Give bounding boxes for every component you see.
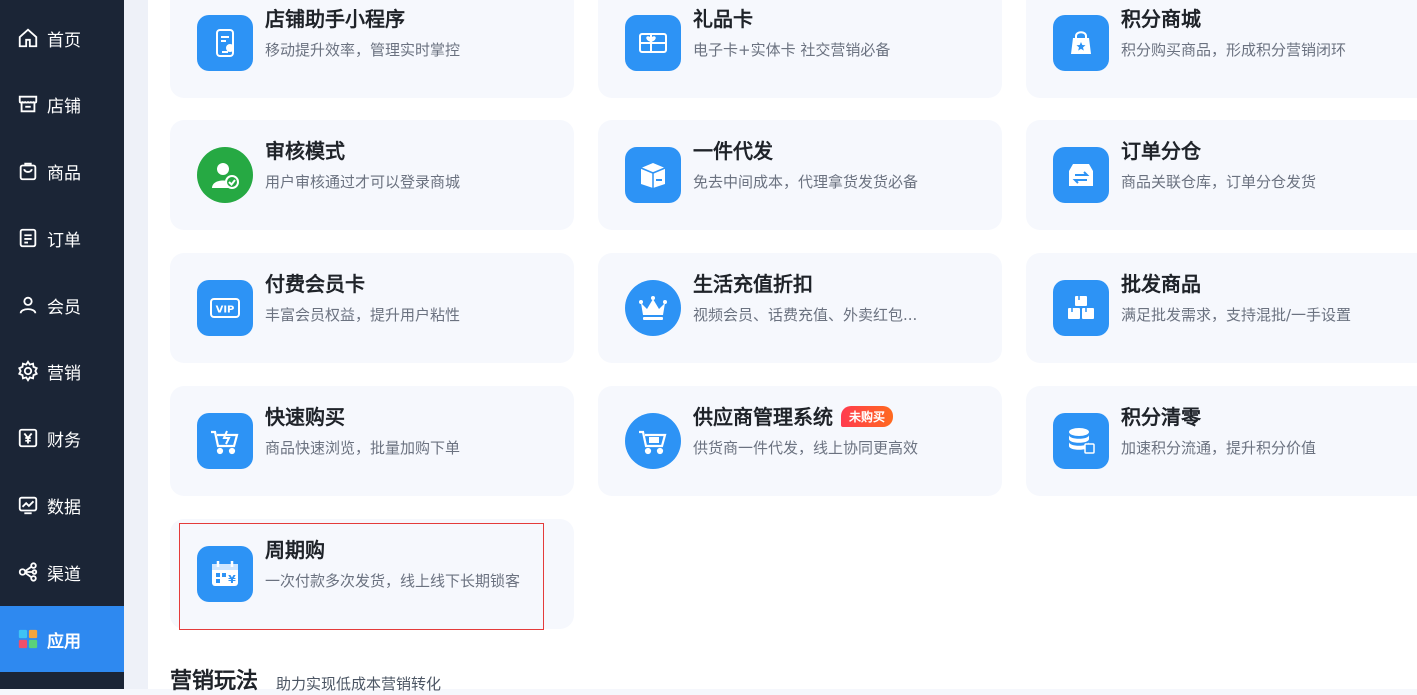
sidebar-item-label: 营销	[47, 363, 81, 384]
home-icon	[17, 27, 39, 49]
database-icon	[1053, 413, 1109, 469]
mobile-store-icon	[197, 15, 253, 71]
app-card-life-recharge[interactable]: 生活充值折扣 视频会员、话费充值、外卖红包...	[598, 253, 1002, 363]
vip-card-icon: VIP	[197, 280, 253, 336]
yuan-icon	[17, 427, 39, 449]
card-desc: 商品关联仓库，订单分仓发货	[1121, 173, 1317, 191]
box-icon	[625, 147, 681, 203]
sidebar-item-home[interactable]: 首页	[0, 5, 124, 71]
card-desc: 视频会员、话费充值、外卖红包...	[693, 306, 918, 324]
user-check-icon	[197, 147, 253, 203]
gift-card-icon	[625, 15, 681, 71]
app-card-review-mode[interactable]: 审核模式 用户审核通过才可以登录商城	[170, 120, 574, 230]
card-title: 一件代发	[693, 139, 773, 163]
app-card-quick-buy[interactable]: 快速购买 商品快速浏览，批量加购下单	[170, 386, 574, 496]
card-title: 付费会员卡	[265, 272, 365, 296]
card-title: 礼品卡	[693, 7, 753, 31]
app-card-supplier-system[interactable]: 供应商管理系统 未购买 供货商一件代发，线上协同更高效	[598, 386, 1002, 496]
sidebar-item-label: 订单	[47, 230, 81, 251]
app-card-dropshipping[interactable]: 一件代发 免去中间成本，代理拿货发货必备	[598, 120, 1002, 230]
app-card-points-mall[interactable]: 积分商城 积分购买商品，形成积分营销闭环	[1026, 0, 1417, 98]
sidebar-item-goods[interactable]: 商品	[0, 138, 124, 204]
card-title: 审核模式	[265, 139, 345, 163]
shopping-bag-icon	[17, 160, 39, 182]
card-title: 积分清零	[1121, 405, 1201, 429]
sidebar-item-apps[interactable]: 应用	[0, 606, 124, 672]
card-desc: 用户审核通过才可以登录商城	[265, 173, 461, 191]
card-title: 供应商管理系统 未购买	[693, 401, 894, 430]
sidebar-item-label: 财务	[47, 430, 81, 451]
card-title: 店铺助手小程序	[265, 7, 405, 31]
sidebar-item-orders[interactable]: 订单	[0, 205, 124, 271]
svg-text:VIP: VIP	[216, 305, 235, 316]
sidebar: 首页 店铺 商品 订单 会员 营销 财务 数据 渠道 应用	[0, 0, 124, 689]
content-gutter	[124, 0, 148, 689]
user-icon	[17, 294, 39, 316]
gear-icon	[17, 360, 39, 382]
calendar-yuan-icon: ¥	[197, 546, 253, 602]
app-card-subscription[interactable]: ¥ 周期购 一次付款多次发货，线上线下长期锁客	[170, 519, 574, 629]
sidebar-item-channels[interactable]: 渠道	[0, 539, 124, 605]
card-desc: 移动提升效率，管理实时掌控	[265, 41, 461, 59]
fast-cart-icon	[197, 413, 253, 469]
card-title: 积分商城	[1121, 7, 1201, 31]
app-card-store-assistant[interactable]: 店铺助手小程序 移动提升效率，管理实时掌控	[170, 0, 574, 98]
sidebar-item-label: 店铺	[47, 96, 81, 117]
card-desc: 积分购买商品，形成积分营销闭环	[1121, 41, 1347, 59]
crown-icon	[625, 280, 681, 336]
warehouse-icon	[1053, 147, 1109, 203]
svg-text:¥: ¥	[228, 573, 236, 586]
sidebar-item-label: 首页	[47, 30, 81, 51]
card-desc: 商品快速浏览，批量加购下单	[265, 439, 461, 457]
sidebar-item-label: 商品	[47, 163, 81, 184]
card-desc: 电子卡+实体卡 社交营销必备	[693, 41, 891, 59]
sidebar-item-data[interactable]: 数据	[0, 472, 124, 538]
app-card-order-warehouse[interactable]: 订单分仓 商品关联仓库，订单分仓发货	[1026, 120, 1417, 230]
boxes-icon	[1053, 280, 1109, 336]
app-card-gift-card[interactable]: 礼品卡 电子卡+实体卡 社交营销必备	[598, 0, 1002, 98]
sidebar-item-marketing[interactable]: 营销	[0, 338, 124, 404]
card-title: 周期购	[265, 538, 325, 562]
card-title: 批发商品	[1121, 272, 1201, 296]
card-title: 订单分仓	[1121, 139, 1201, 163]
section-title: 营销玩法	[170, 669, 259, 694]
not-purchased-badge: 未购买	[841, 406, 894, 427]
card-title-text: 供应商管理系统	[693, 405, 833, 429]
app-card-points-reset[interactable]: 积分清零 加速积分流通，提升积分价值	[1026, 386, 1417, 496]
card-desc: 加速积分流通，提升积分价值	[1121, 439, 1317, 457]
card-desc: 供货商一件代发，线上协同更高效	[693, 439, 919, 457]
apps-grid-icon	[17, 628, 39, 650]
sidebar-item-label: 应用	[47, 631, 81, 652]
sidebar-item-finance[interactable]: 财务	[0, 405, 124, 471]
card-desc: 免去中间成本，代理拿货发货必备	[693, 173, 919, 191]
section-subtitle: 助力实现低成本营销转化	[276, 675, 442, 693]
app-card-wholesale[interactable]: 批发商品 满足批发需求，支持混批/一手设置	[1026, 253, 1417, 363]
chart-icon	[17, 494, 39, 516]
sidebar-item-label: 会员	[47, 297, 81, 318]
app-card-paid-membership[interactable]: VIP 付费会员卡 丰富会员权益，提升用户粘性	[170, 253, 574, 363]
card-desc: 丰富会员权益，提升用户粘性	[265, 306, 461, 324]
sidebar-item-store[interactable]: 店铺	[0, 71, 124, 137]
card-desc: 一次付款多次发货，线上线下长期锁客	[265, 572, 521, 590]
card-title: 生活充值折扣	[693, 272, 813, 296]
sidebar-item-label: 渠道	[47, 564, 81, 585]
points-bag-icon	[1053, 15, 1109, 71]
supplier-cart-icon	[625, 413, 681, 469]
sidebar-item-label: 数据	[47, 497, 81, 518]
order-icon	[17, 227, 39, 249]
share-icon	[17, 561, 39, 583]
card-title: 快速购买	[265, 405, 345, 429]
store-icon	[17, 93, 39, 115]
sidebar-item-members[interactable]: 会员	[0, 272, 124, 338]
card-desc: 满足批发需求，支持混批/一手设置	[1121, 306, 1352, 324]
